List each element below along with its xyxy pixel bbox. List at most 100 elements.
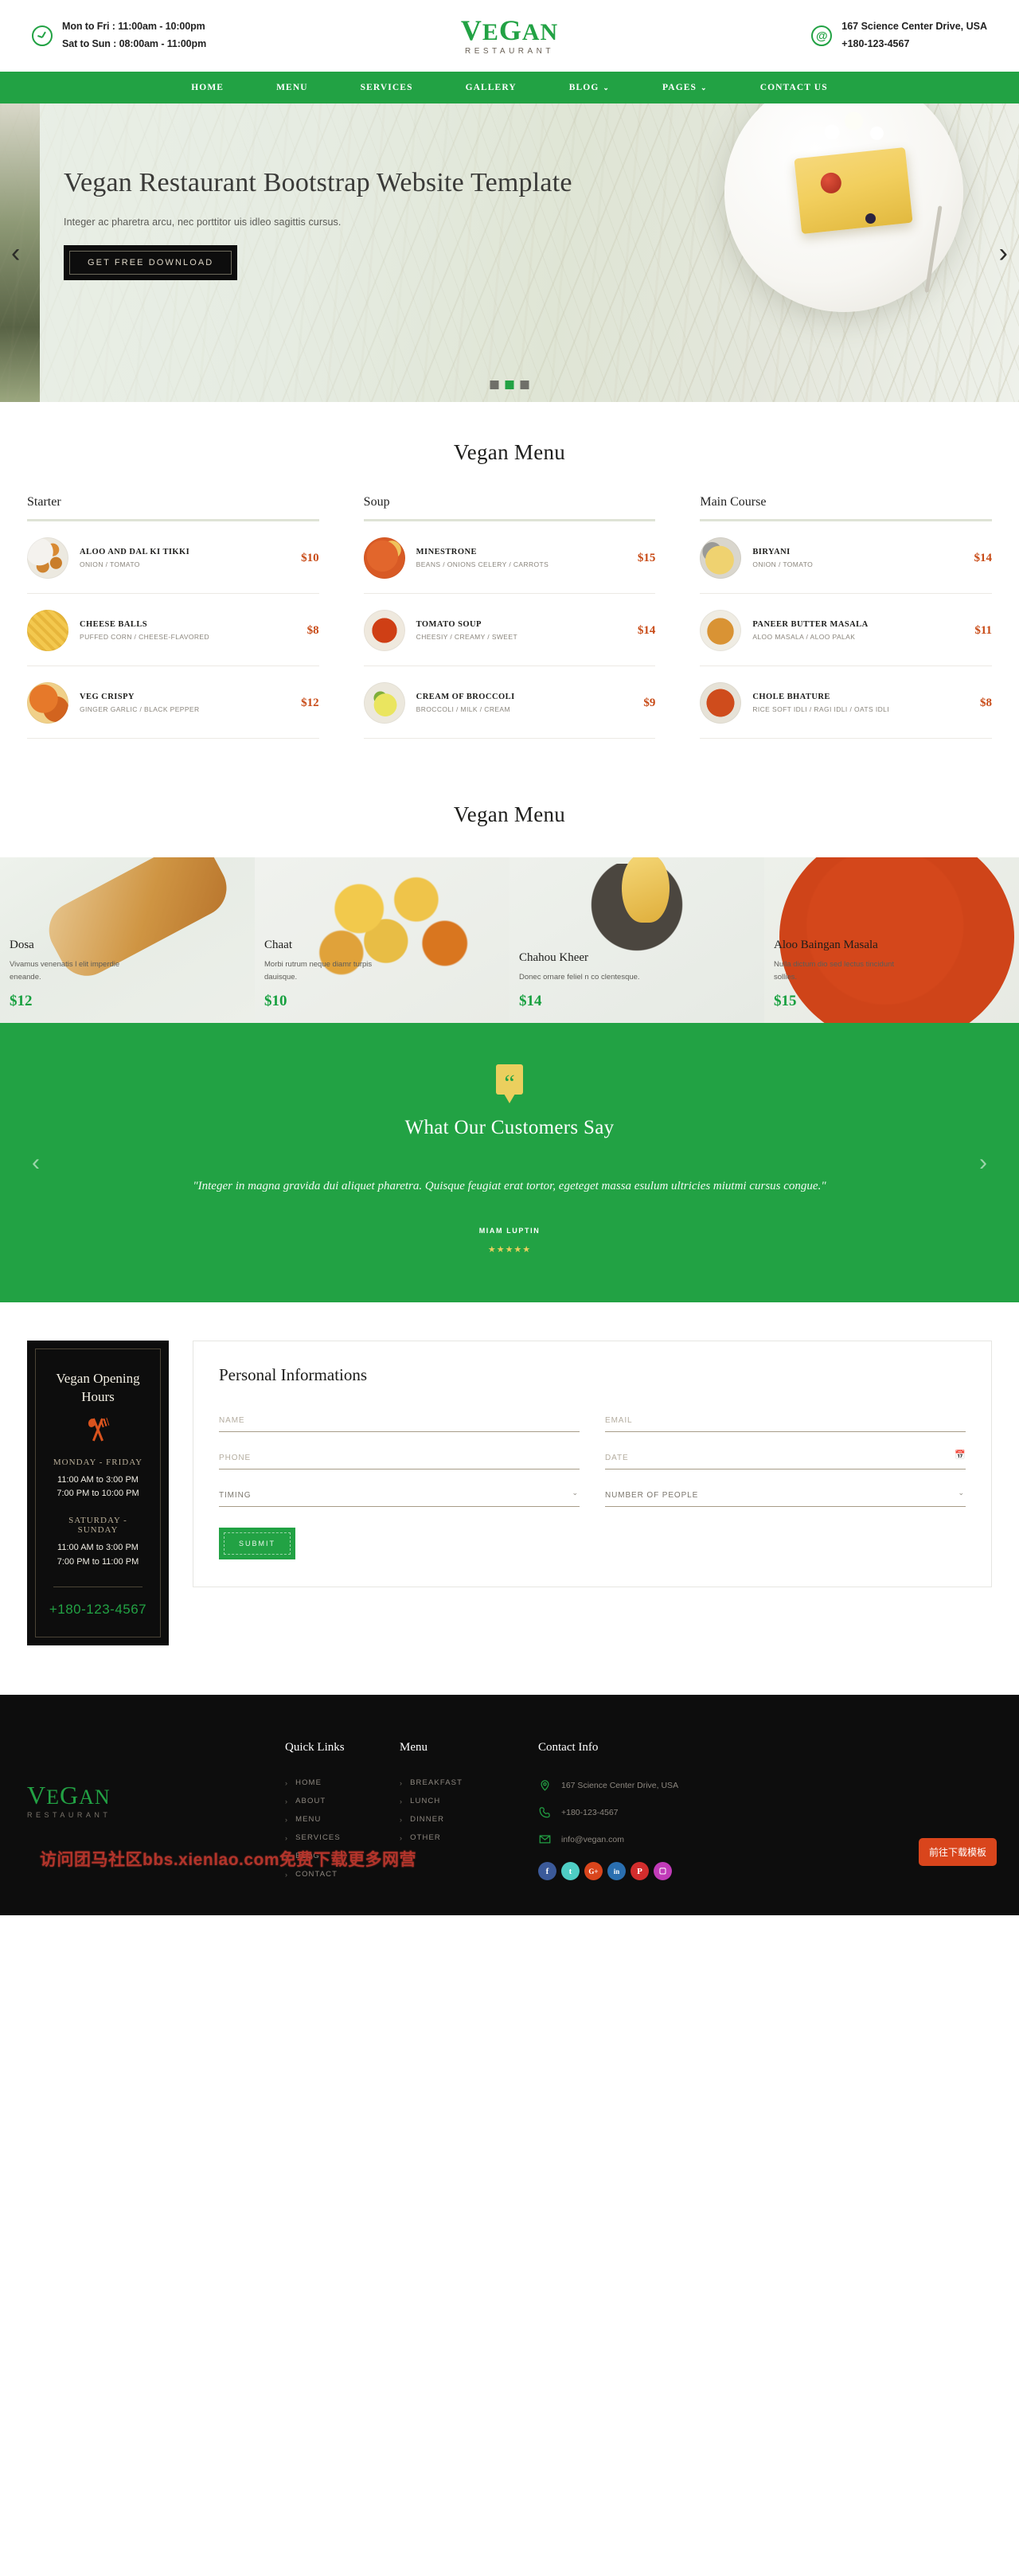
get-free-download-button[interactable]: GET FREE DOWNLOAD <box>64 244 238 280</box>
menu-section-title: Vegan Menu <box>453 440 566 464</box>
carousel-prev-arrow[interactable]: ‹ <box>11 240 20 267</box>
menu-item-name: ALOO AND DAL KI TIKKI <box>80 548 190 556</box>
opening-hours-day: MONDAY - FRIDAY <box>53 1457 143 1467</box>
testimonial-prev-arrow[interactable]: ‹ <box>32 1149 40 1177</box>
linkedin-icon[interactable]: in <box>607 1862 626 1881</box>
contact-info-top: @ 167 Science Center Drive, USA +180-123… <box>685 18 987 53</box>
nav-item-blog[interactable]: BLOG ⌄ <box>543 83 636 92</box>
download-template-float-button[interactable]: 前往下载模板 <box>918 1838 997 1867</box>
footer-link-label: DINNER <box>410 1815 445 1825</box>
pinterest-icon[interactable]: P <box>631 1862 649 1881</box>
footer-link-menu[interactable]: › MENU <box>285 1815 381 1824</box>
menu-item[interactable]: ALOO AND DAL KI TIKKI ONION / TOMATO $10 <box>27 521 319 594</box>
phone-input[interactable] <box>219 1450 580 1469</box>
chevron-right-icon: › <box>285 1870 289 1879</box>
nav-label: CONTACT US <box>759 83 828 92</box>
menu-item-price: $14 <box>974 551 993 564</box>
chevron-right-icon: › <box>400 1815 404 1824</box>
footer-link-services[interactable]: › SERVICES <box>285 1833 381 1842</box>
carousel-dot-1[interactable] <box>490 381 499 389</box>
menu-item[interactable]: CREAM OF BROCCOLI BROCCOLI / MILK / CREA… <box>363 666 656 739</box>
twitter-icon[interactable]: t <box>561 1862 580 1881</box>
menu-item[interactable]: TOMATO SOUP CHEESIY / CREAMY / SWEET $14 <box>363 594 656 666</box>
gallery-card[interactable]: Aloo Baingan Masala Nulla dictum dio sed… <box>764 857 1019 1023</box>
gallery-card-overlay: Chahou Kheer Donec ornare feliel n co cl… <box>510 951 764 1023</box>
footer-link-home[interactable]: › HOME <box>285 1778 381 1787</box>
email-input[interactable] <box>605 1413 966 1432</box>
nav-item-pages[interactable]: PAGES ⌄ <box>636 83 734 92</box>
name-input[interactable] <box>219 1413 580 1432</box>
instagram-icon[interactable]: ▢ <box>654 1862 672 1881</box>
opening-hours-time-2: 7:00 PM to 10:00 PM <box>57 1489 139 1499</box>
page-root: Mon to Fri : 11:00am - 10:00pm Sat to Su… <box>0 0 1019 1916</box>
date-input[interactable] <box>605 1450 966 1469</box>
facebook-icon[interactable]: f <box>538 1862 556 1881</box>
number-of-people-select[interactable]: NUMBER OF PEOPLE <box>605 1488 966 1507</box>
nav-label: GALLERY <box>465 83 517 92</box>
footer-link-other[interactable]: › OTHER <box>400 1833 519 1842</box>
menu-item-body: CHEESE BALLS PUFFED CORN / CHEESE-FLAVOR… <box>80 620 296 641</box>
menu-item-body: ALOO AND DAL KI TIKKI ONION / TOMATO <box>80 548 290 568</box>
menu-item-body: MINESTRONE BEANS / ONIONS CELERY / CARRO… <box>416 548 627 568</box>
footer-link-dinner[interactable]: › DINNER <box>400 1815 519 1824</box>
footer-contact-info: Contact Info 167 Science Center Drive, U… <box>538 1741 809 1888</box>
footer-link-breakfast[interactable]: › BREAKFAST <box>400 1778 519 1787</box>
testimonial-title: What Our Customers Say <box>404 1117 615 1138</box>
site-logo[interactable]: VEGAN RESTAURANT <box>334 16 685 56</box>
menu-item-desc: ONION / TOMATO <box>752 560 814 568</box>
opening-hours-title: Vegan Opening Hours <box>56 1371 140 1404</box>
gallery-card[interactable]: Chahou Kheer Donec ornare feliel n co cl… <box>510 857 764 1023</box>
gallery-card-price: $12 <box>10 993 33 1009</box>
footer-phone-row[interactable]: +180-123-4567 <box>538 1805 809 1819</box>
menu-item[interactable]: MINESTRONE BEANS / ONIONS CELERY / CARRO… <box>363 521 656 594</box>
menu-item-name: CHOLE BHATURE <box>752 693 830 701</box>
nav-item-contact-us[interactable]: CONTACT US <box>734 83 854 92</box>
utensils-icon <box>86 1417 110 1442</box>
menu-item-body: CHOLE BHATURE RICE SOFT IDLI / RAGI IDLI… <box>752 693 969 713</box>
testimonial-next-arrow[interactable]: › <box>979 1149 987 1177</box>
menu-item-name: TOMATO SOUP <box>416 620 482 629</box>
footer-column-title: Menu <box>400 1741 428 1754</box>
opening-hours-time-1: 11:00 AM to 3:00 PM <box>57 1543 139 1553</box>
gallery-card[interactable]: Dosa Vivamus venenatis l elit imperdie e… <box>0 857 255 1023</box>
footer-address-row: 167 Science Center Drive, USA <box>538 1778 809 1792</box>
gallery-card[interactable]: Chaat Morbi rutrum neque diamr turpis da… <box>255 857 510 1023</box>
carousel-dot-3[interactable] <box>520 381 529 389</box>
watermark-text: 访问团马社区bbs.xienlao.com免费下载更多网营 <box>40 1851 417 1870</box>
menu-item[interactable]: PANEER BUTTER MASALA ALOO MASALA / ALOO … <box>700 594 993 666</box>
chevron-right-icon: › <box>285 1833 289 1842</box>
menu-item[interactable]: CHOLE BHATURE RICE SOFT IDLI / RAGI IDLI… <box>700 666 993 739</box>
nav-label: BLOG <box>568 83 599 92</box>
nav-item-gallery[interactable]: GALLERY <box>439 83 543 92</box>
nav-item-home[interactable]: HOME <box>165 83 250 92</box>
menu-item-price: $11 <box>974 623 993 637</box>
contact-lines: 167 Science Center Drive, USA +180-123-4… <box>841 18 987 53</box>
footer-email-row[interactable]: info@vegan.com <box>538 1832 809 1846</box>
gallery-card-name: Chaat <box>264 938 292 951</box>
menu-item-price: $12 <box>301 696 319 709</box>
opening-hours-phone[interactable]: +180-123-4567 <box>47 1602 149 1618</box>
menu-item-name: PANEER BUTTER MASALA <box>752 620 869 629</box>
submit-button[interactable]: SUBMIT <box>219 1528 296 1559</box>
nav-item-services[interactable]: SERVICES <box>334 83 439 92</box>
menu-item[interactable]: CHEESE BALLS PUFFED CORN / CHEESE-FLAVOR… <box>27 594 319 666</box>
footer-link-contact[interactable]: › CONTACT <box>285 1870 381 1879</box>
menu-column-starter: Starter ALOO AND DAL KI TIKKI ONION / TO… <box>27 495 319 739</box>
menu-item[interactable]: BIRYANI ONION / TOMATO $14 <box>700 521 993 594</box>
menu-item-thumbnail <box>363 537 405 579</box>
menu-item[interactable]: VEG CRISPY GINGER GARLIC / BLACK PEPPER … <box>27 666 319 739</box>
testimonial-section: “ What Our Customers Say "Integer in mag… <box>0 1023 1019 1302</box>
top-phone[interactable]: +180-123-4567 <box>841 36 987 53</box>
reservation-section: Vegan Opening Hours MONDAY - FRIDAY 11:0… <box>0 1302 1019 1695</box>
google-plus-icon[interactable]: G+ <box>584 1862 603 1881</box>
footer-link-about[interactable]: › ABOUT <box>285 1797 381 1805</box>
nav-item-menu[interactable]: MENU <box>250 83 334 92</box>
carousel-dot-2[interactable] <box>505 381 514 389</box>
chevron-right-icon: › <box>285 1778 289 1787</box>
carousel-next-arrow[interactable]: › <box>999 240 1008 267</box>
menu-item-thumbnail <box>700 537 742 579</box>
footer-link-lunch[interactable]: › LUNCH <box>400 1797 519 1805</box>
vegan-menu-section: Vegan Menu Starter ALOO AND DAL KI TIKKI… <box>0 402 1019 771</box>
timing-select[interactable]: TIMING <box>219 1488 580 1507</box>
hero-title: Vegan Restaurant Bootstrap Website Templ… <box>64 168 572 197</box>
